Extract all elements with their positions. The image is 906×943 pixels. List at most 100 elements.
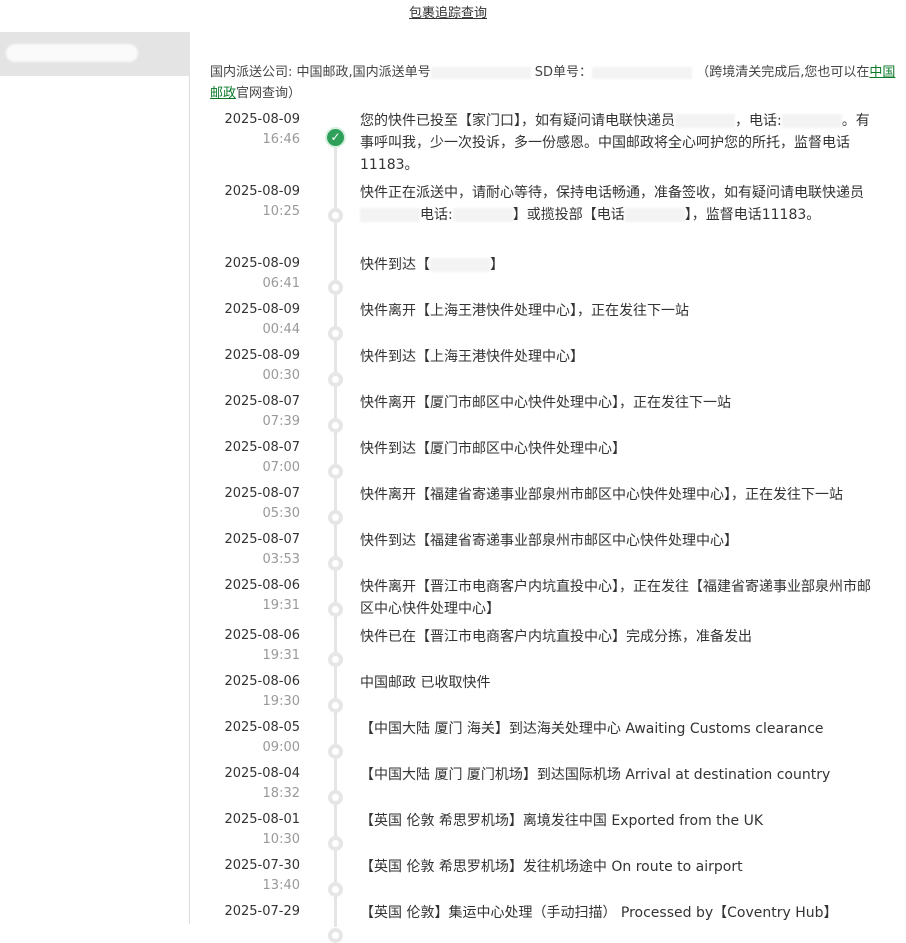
redacted-tracking-number (430, 66, 531, 79)
timeline-dot-icon (328, 418, 343, 433)
timeline-dot-icon (328, 652, 343, 667)
redacted-text (6, 44, 138, 62)
redacted-text (360, 208, 420, 222)
event-time: 19:30 (262, 694, 300, 709)
event-message: 【中国大陆 厦门 厦门机场】到达国际机场 Arrival at destinat… (360, 764, 880, 786)
event-date: 2025-08-07 (224, 440, 300, 455)
timeline-dot-icon (328, 280, 343, 295)
event-message-part: 快件离开【福建省寄递事业部泉州市邮区中心快件处理中心】，正在发往下一站 (360, 487, 843, 503)
redacted-text (781, 114, 842, 128)
timeline-dot-icon (328, 464, 343, 479)
event-date: 2025-08-07 (224, 486, 300, 501)
event-time: 19:31 (262, 648, 300, 663)
event-time: 06:41 (262, 276, 300, 291)
event-date: 2025-08-06 (224, 628, 300, 643)
event-message-part: 【英国 伦敦 希思罗机场】离境发往中国 Exported from the UK (360, 813, 764, 829)
timeline-dot-icon (328, 556, 343, 571)
event-message-part: 【中国大陆 厦门 厦门机场】到达国际机场 Arrival at destinat… (360, 767, 831, 783)
redacted-sd-number (592, 66, 693, 79)
redacted-text (624, 208, 685, 222)
timeline-dot-icon (328, 510, 343, 525)
event-message-part: 快件已在【晋江市电商客户内坑直投中心】完成分拣，准备发出 (360, 629, 752, 645)
event-message: 【中国大陆 厦门 海关】到达海关处理中心 Awaiting Customs cl… (360, 718, 880, 740)
event-message-part: 【英国 伦敦】集运中心处理（手动扫描） Processed by【Coventr… (360, 905, 838, 921)
timeline-dot-icon (328, 882, 343, 897)
sd-label: SD单号： (534, 65, 593, 80)
event-date: 2025-08-07 (224, 532, 300, 547)
redacted-text (675, 114, 735, 128)
event-message-part: 快件离开【晋江市电商客户内坑直投中心】，正在发往【福建省寄递事业部泉州市邮区中心… (360, 579, 871, 617)
note-before: （跨境清关完成后,您也可以在 (696, 65, 870, 80)
event-date: 2025-08-09 (224, 256, 300, 271)
event-time: 03:53 (262, 552, 300, 567)
timeline-dot-icon (328, 602, 343, 617)
event-message-part: 快件正在派送中，请耐心等待，保持电话畅通，准备签收，如有疑问请电联快递员 (360, 185, 864, 201)
package-tracking-link[interactable]: 包裹追踪查询 (409, 2, 487, 21)
event-message-part: 】，监督电话11183。 (684, 207, 821, 223)
event-message: 【英国 伦敦 希思罗机场】发往机场途中 On route to airport (360, 856, 880, 878)
timeline-dot-icon (328, 790, 343, 805)
event-message-part: 中国邮政 已收取快件 (360, 675, 491, 691)
event-time: 09:00 (262, 740, 300, 755)
event-date: 2025-08-09 (224, 302, 300, 317)
event-message-part: 快件离开【厦门市邮区中心快件处理中心】，正在发往下一站 (360, 395, 731, 411)
event-message: 您的快件已投至【家门口】，如有疑问请电联快递员 ，电话: 。有事呼叫我，少一次投诉，… (360, 110, 880, 176)
event-date: 2025-07-30 (224, 858, 300, 873)
event-message: 快件到达【厦门市邮区中心快件处理中心】 (360, 438, 880, 460)
event-date: 2025-08-06 (224, 578, 300, 593)
event-time: 10:25 (262, 204, 300, 219)
event-message: 快件离开【厦门市邮区中心快件处理中心】，正在发往下一站 (360, 392, 880, 414)
event-message-part: ，电话: (735, 113, 782, 129)
event-message-part: 】 (490, 257, 504, 273)
delivery-info: 国内派送公司: 中国邮政,国内派送单号 SD单号： （跨境清关完成后,您也可以在… (210, 62, 900, 104)
event-message: 【英国 伦敦 希思罗机场】离境发往中国 Exported from the UK (360, 810, 880, 832)
timeline-dot-icon (328, 372, 343, 387)
event-time: 07:00 (262, 460, 300, 475)
event-message: 快件正在派送中，请耐心等待，保持电话畅通，准备签收，如有疑问请电联快递员电话: 】… (360, 182, 880, 226)
timeline-line (334, 137, 337, 927)
event-message: 快件离开【上海王港快件处理中心】，正在发往下一站 (360, 300, 880, 322)
event-message: 快件到达【福建省寄递事业部泉州市邮区中心快件处理中心】 (360, 530, 880, 552)
event-time: 05:30 (262, 506, 300, 521)
timeline-dot-icon (328, 928, 343, 943)
event-message-part: 【中国大陆 厦门 海关】到达海关处理中心 Awaiting Customs cl… (360, 721, 824, 737)
event-time: 07:39 (262, 414, 300, 429)
event-message-part: 快件到达【 (360, 257, 430, 273)
event-time: 13:40 (262, 878, 300, 893)
timeline-dot-icon (328, 744, 343, 759)
event-time: 18:32 (262, 786, 300, 801)
event-time: 19:31 (262, 598, 300, 613)
event-message-part: 您的快件已投至【家门口】，如有疑问请电联快递员 (360, 113, 675, 129)
event-date: 2025-08-09 (224, 348, 300, 363)
event-date: 2025-08-06 (224, 674, 300, 689)
event-date: 2025-07-29 (224, 904, 300, 919)
event-message-part: 快件到达【上海王港快件处理中心】 (360, 349, 584, 365)
event-date: 2025-08-01 (224, 812, 300, 827)
event-time: 10:30 (262, 832, 300, 847)
redacted-text (452, 208, 513, 222)
event-message: 快件已在【晋江市电商客户内坑直投中心】完成分拣，准备发出 (360, 626, 880, 648)
event-message: 中国邮政 已收取快件 (360, 672, 880, 694)
event-message: 快件到达【上海王港快件处理中心】 (360, 346, 880, 368)
delivered-check-icon: ✓ (325, 127, 346, 148)
timeline-dot-icon (328, 836, 343, 851)
event-date: 2025-08-05 (224, 720, 300, 735)
top-link-bar: 包裹追踪查询 (0, 0, 906, 30)
timeline-dot-icon (328, 698, 343, 713)
event-message-part: 快件到达【厦门市邮区中心快件处理中心】 (360, 441, 626, 457)
event-date: 2025-08-04 (224, 766, 300, 781)
redacted-text (430, 258, 490, 272)
event-message: 【英国 伦敦】集运中心处理（手动扫描） Processed by【Coventr… (360, 902, 880, 924)
timeline-dot-icon (328, 326, 343, 341)
event-message-part: 快件离开【上海王港快件处理中心】，正在发往下一站 (360, 303, 689, 319)
sidebar (0, 32, 190, 924)
sidebar-item-redacted[interactable] (0, 32, 190, 76)
event-message: 快件离开【福建省寄递事业部泉州市邮区中心快件处理中心】，正在发往下一站 (360, 484, 880, 506)
timeline-dot-icon (328, 208, 343, 223)
event-message: 快件离开【晋江市电商客户内坑直投中心】，正在发往【福建省寄递事业部泉州市邮区中心… (360, 576, 880, 620)
event-message-part: 电话: (420, 207, 453, 223)
event-message-part: 快件到达【福建省寄递事业部泉州市邮区中心快件处理中心】 (360, 533, 738, 549)
event-message-part: 】或揽投部【电话 (512, 207, 625, 223)
event-time: 00:44 (262, 322, 300, 337)
event-date: 2025-08-09 (224, 184, 300, 199)
